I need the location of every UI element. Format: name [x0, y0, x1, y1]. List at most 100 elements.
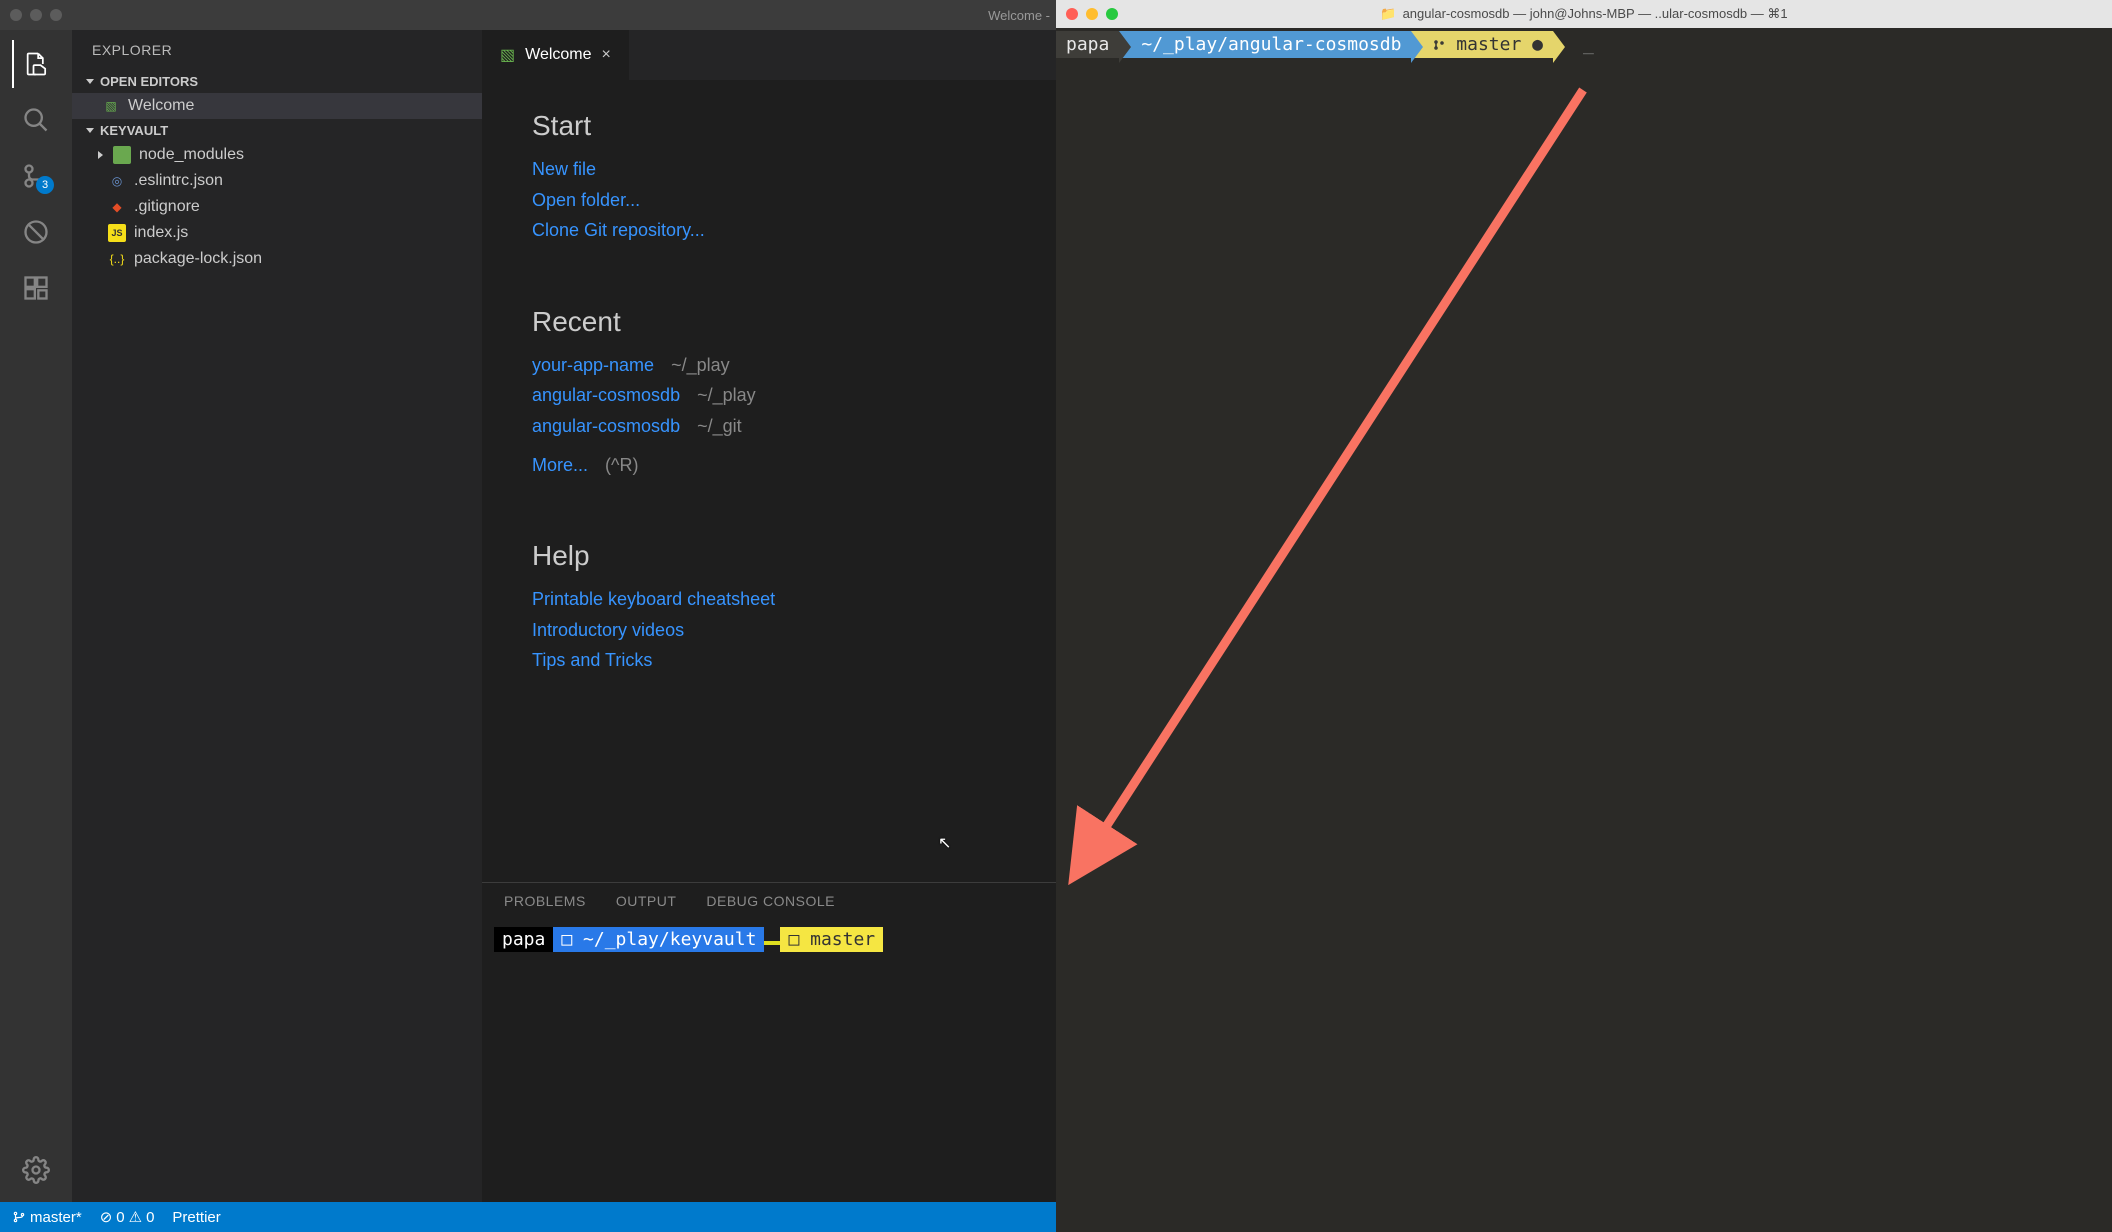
minimize-window-button[interactable]: [1086, 8, 1098, 20]
help-link[interactable]: Printable keyboard cheatsheet: [532, 584, 1006, 615]
start-title: Start: [532, 110, 1006, 142]
vs-logo-icon: ▧: [500, 45, 515, 65]
recent-name: angular-cosmosdb: [532, 416, 680, 436]
terminal-titlebar: 📁 angular-cosmosdb — john@Johns-MBP — ..…: [1056, 0, 2112, 28]
maximize-window-button[interactable]: [50, 9, 62, 21]
start-section: Start New file Open folder... Clone Git …: [532, 110, 1006, 246]
status-problems[interactable]: ⊘ 0 ⚠ 0: [100, 1208, 155, 1226]
close-tab-icon[interactable]: ×: [602, 46, 611, 64]
workbench: 3 EXPLORER OPEN EDITORS ▧ Welc: [0, 30, 1056, 1202]
folder-icon: 📁: [1380, 6, 1396, 22]
window-controls: [1066, 8, 1118, 20]
chevron-right-icon: [98, 151, 103, 159]
integrated-terminal[interactable]: papa□ ~/_play/keyvault □ master: [482, 919, 1056, 1202]
window-controls: [10, 9, 62, 21]
welcome-page: Start New file Open folder... Clone Git …: [482, 80, 1056, 882]
file-tree-item[interactable]: {..} package-lock.json: [72, 246, 482, 272]
chevron-down-icon: [86, 128, 94, 133]
error-icon: ⊘: [100, 1208, 113, 1226]
file-tree-item[interactable]: ◎ .eslintrc.json: [72, 168, 482, 194]
prompt-path: □ ~/_play/keyvault: [553, 927, 764, 952]
terminal-prompt[interactable]: papa ~/_play/angular-cosmosdb master ● _: [1056, 28, 2112, 60]
extensions-activity-icon[interactable]: [12, 264, 60, 312]
scm-activity-icon[interactable]: 3: [12, 152, 60, 200]
branch-name: master: [1456, 34, 1521, 55]
clone-repo-link[interactable]: Clone Git repository...: [532, 215, 1006, 246]
debug-activity-icon[interactable]: [12, 208, 60, 256]
dirty-indicator: ●: [1532, 34, 1543, 55]
open-folder-link[interactable]: Open folder...: [532, 185, 1006, 216]
prompt-user: papa: [494, 927, 553, 952]
file-label: package-lock.json: [134, 250, 262, 268]
file-label: node_modules: [139, 146, 244, 164]
terminal-body[interactable]: [1056, 60, 2112, 1232]
help-link[interactable]: Tips and Tricks: [532, 645, 1006, 676]
file-tree-item[interactable]: JS index.js: [72, 220, 482, 246]
search-activity-icon[interactable]: [12, 96, 60, 144]
tab-welcome[interactable]: ▧ Welcome ×: [482, 30, 630, 80]
vscode-window: Welcome - 3: [0, 0, 1056, 1232]
status-formatter[interactable]: Prettier: [172, 1209, 220, 1226]
project-header[interactable]: KEYVAULT: [72, 119, 482, 142]
output-tab[interactable]: OUTPUT: [616, 893, 677, 909]
branch-icon: [12, 1210, 26, 1224]
warning-count: 0: [146, 1209, 154, 1226]
maximize-window-button[interactable]: [1106, 8, 1118, 20]
git-icon: ◆: [108, 198, 126, 216]
tab-bar: ▧ Welcome ×: [482, 30, 1056, 80]
bottom-panel: PROBLEMS OUTPUT DEBUG CONSOLE papa□ ~/_p…: [482, 882, 1056, 1202]
js-icon: JS: [108, 224, 126, 242]
terminal-title-text: angular-cosmosdb — john@Johns-MBP — ..ul…: [1403, 6, 1788, 22]
branch-icon: [1433, 39, 1445, 51]
status-bar: master* ⊘ 0 ⚠ 0 Prettier: [0, 1202, 1056, 1232]
prompt-path: ~/_play/angular-cosmosdb: [1119, 31, 1411, 58]
vs-logo-icon: ▧: [102, 97, 120, 115]
new-file-link[interactable]: New file: [532, 154, 1006, 185]
recent-item[interactable]: your-app-name ~/_play: [532, 350, 1006, 381]
open-editors-label: OPEN EDITORS: [100, 74, 198, 89]
debug-console-tab[interactable]: DEBUG CONSOLE: [706, 893, 835, 909]
panel-tabs: PROBLEMS OUTPUT DEBUG CONSOLE: [482, 883, 1056, 919]
close-window-button[interactable]: [10, 9, 22, 21]
file-tree-item[interactable]: ◆ .gitignore: [72, 194, 482, 220]
prompt-branch: □ master: [780, 927, 883, 952]
recent-path: ~/_play: [697, 385, 756, 405]
open-editor-label: Welcome: [128, 97, 194, 115]
help-section: Help Printable keyboard cheatsheet Intro…: [532, 540, 1006, 676]
recent-path: ~/_play: [671, 355, 730, 375]
problems-tab[interactable]: PROBLEMS: [504, 893, 586, 909]
file-tree-folder[interactable]: node_modules: [72, 142, 482, 168]
open-editors-header[interactable]: OPEN EDITORS: [72, 70, 482, 93]
terminal-title: 📁 angular-cosmosdb — john@Johns-MBP — ..…: [1380, 6, 1787, 22]
more-shortcut: (^R): [605, 455, 638, 475]
editor-area: ▧ Welcome × Start New file Open folder..…: [482, 30, 1056, 1202]
window-title: Welcome -: [988, 8, 1050, 23]
branch-label: master*: [30, 1209, 82, 1226]
settings-gear-icon[interactable]: [12, 1146, 60, 1194]
explorer-activity-icon[interactable]: [12, 40, 60, 88]
recent-item[interactable]: angular-cosmosdb ~/_play: [532, 380, 1006, 411]
minimize-window-button[interactable]: [30, 9, 42, 21]
eslint-icon: ◎: [108, 172, 126, 190]
scm-badge: 3: [36, 176, 54, 194]
close-window-button[interactable]: [1066, 8, 1078, 20]
recent-title: Recent: [532, 306, 1006, 338]
warning-icon: ⚠: [129, 1208, 142, 1226]
titlebar: Welcome -: [0, 0, 1056, 30]
activity-bar: 3: [0, 30, 72, 1202]
recent-item[interactable]: angular-cosmosdb ~/_git: [532, 411, 1006, 442]
prompt-branch: master ●: [1411, 31, 1553, 58]
sidebar: EXPLORER OPEN EDITORS ▧ Welcome KEYVAULT…: [72, 30, 482, 1202]
help-link[interactable]: Introductory videos: [532, 615, 1006, 646]
cursor-icon: _: [1583, 34, 1594, 55]
error-count: 0: [116, 1209, 124, 1226]
json-icon: {..}: [108, 250, 126, 268]
terminal-window: 📁 angular-cosmosdb — john@Johns-MBP — ..…: [1056, 0, 2112, 1232]
open-editor-welcome[interactable]: ▧ Welcome: [72, 93, 482, 119]
recent-name: angular-cosmosdb: [532, 385, 680, 405]
sidebar-title: EXPLORER: [72, 30, 482, 70]
more-recent-link[interactable]: More... (^R): [532, 450, 1006, 481]
project-name-label: KEYVAULT: [100, 123, 168, 138]
status-branch[interactable]: master*: [12, 1209, 82, 1226]
prompt-sep: [764, 941, 780, 945]
